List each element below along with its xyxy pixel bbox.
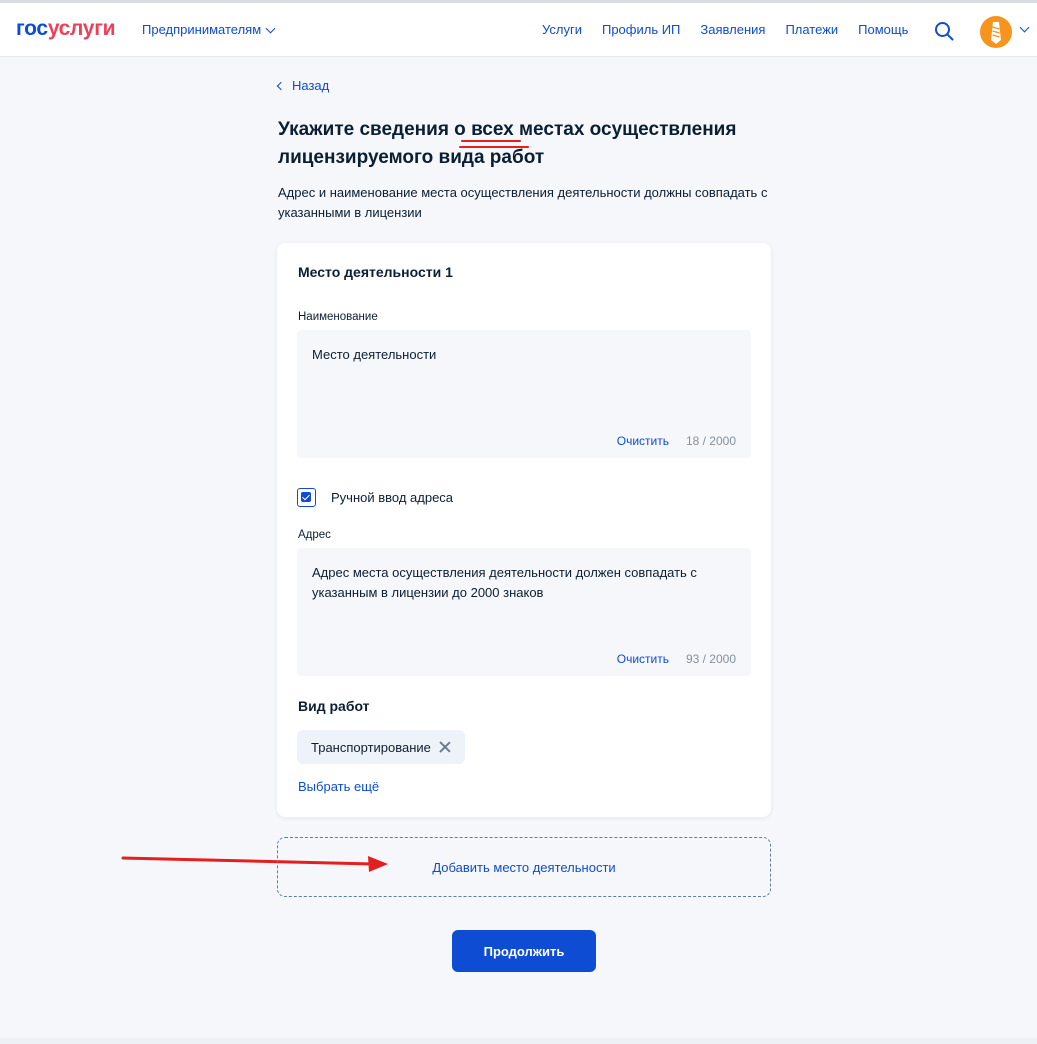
chevron-left-icon — [276, 81, 286, 90]
manual-address-label[interactable]: Ручной ввод адреса — [331, 490, 453, 505]
address-char-counter: 93 / 2000 — [685, 652, 736, 666]
name-char-counter: 18 / 2000 — [685, 434, 736, 448]
close-icon[interactable] — [439, 741, 451, 753]
logo-part-uslugi: услуги — [47, 17, 116, 40]
audience-label: Предпринимателям — [142, 22, 262, 37]
work-type-chip-label: Транспортирование — [311, 739, 431, 755]
top-nav: Услуги Профиль ИП Заявления Платежи Помо… — [542, 22, 908, 37]
work-type-chip: Транспортирование — [297, 730, 465, 764]
address-textarea[interactable]: Адрес места осуществления деятельности д… — [297, 548, 751, 676]
name-clear-button[interactable]: Очистить — [617, 434, 669, 448]
avatar[interactable] — [980, 16, 1012, 48]
name-textarea[interactable]: Место деятельности Очистить 18 / 2000 — [297, 330, 751, 458]
page-title: Укажите сведения о всех местах осуществл… — [278, 119, 737, 168]
search-icon[interactable] — [934, 21, 954, 41]
avatar-icon — [991, 22, 1001, 44]
address-field-label: Адрес — [298, 529, 331, 541]
annotation-underline — [459, 146, 529, 148]
continue-button[interactable]: Продолжить — [452, 930, 596, 972]
audience-dropdown[interactable]: Предпринимателям — [142, 22, 276, 37]
add-place-button[interactable]: Добавить место деятельности — [277, 837, 771, 897]
work-type-title: Вид работ — [298, 698, 370, 714]
annotation-underline — [461, 140, 521, 142]
address-value: Адрес места осуществления деятельности д… — [312, 565, 697, 600]
name-value: Место деятельности — [312, 347, 437, 362]
manual-address-checkbox[interactable] — [297, 488, 316, 507]
chevron-down-icon[interactable] — [1019, 22, 1030, 33]
chevron-down-icon — [265, 23, 276, 33]
nav-help[interactable]: Помощь — [858, 22, 908, 37]
nav-applications[interactable]: Заявления — [700, 22, 765, 37]
back-label: Назад — [292, 78, 330, 93]
page-subtitle: Адрес и наименование места осуществления… — [278, 185, 768, 220]
activity-place-card: Место деятельности 1 Наименование Место … — [277, 243, 771, 817]
card-title: Место деятельности 1 — [298, 264, 453, 280]
logo-part-gos: гос — [16, 17, 48, 40]
select-more-link[interactable]: Выбрать ещё — [298, 779, 379, 794]
nav-ip-profile[interactable]: Профиль ИП — [602, 22, 680, 37]
nav-services[interactable]: Услуги — [542, 22, 582, 37]
gosuslugi-logo[interactable]: госуслуги — [16, 17, 116, 41]
nav-payments[interactable]: Платежи — [785, 22, 838, 37]
site-header: госуслуги Предпринимателям Услуги Профил… — [0, 3, 1037, 57]
back-link[interactable]: Назад — [276, 78, 330, 93]
address-clear-button[interactable]: Очистить — [617, 652, 669, 666]
checkmark-icon — [301, 492, 311, 502]
name-field-label: Наименование — [298, 311, 378, 323]
footer-strip — [0, 1038, 1037, 1044]
